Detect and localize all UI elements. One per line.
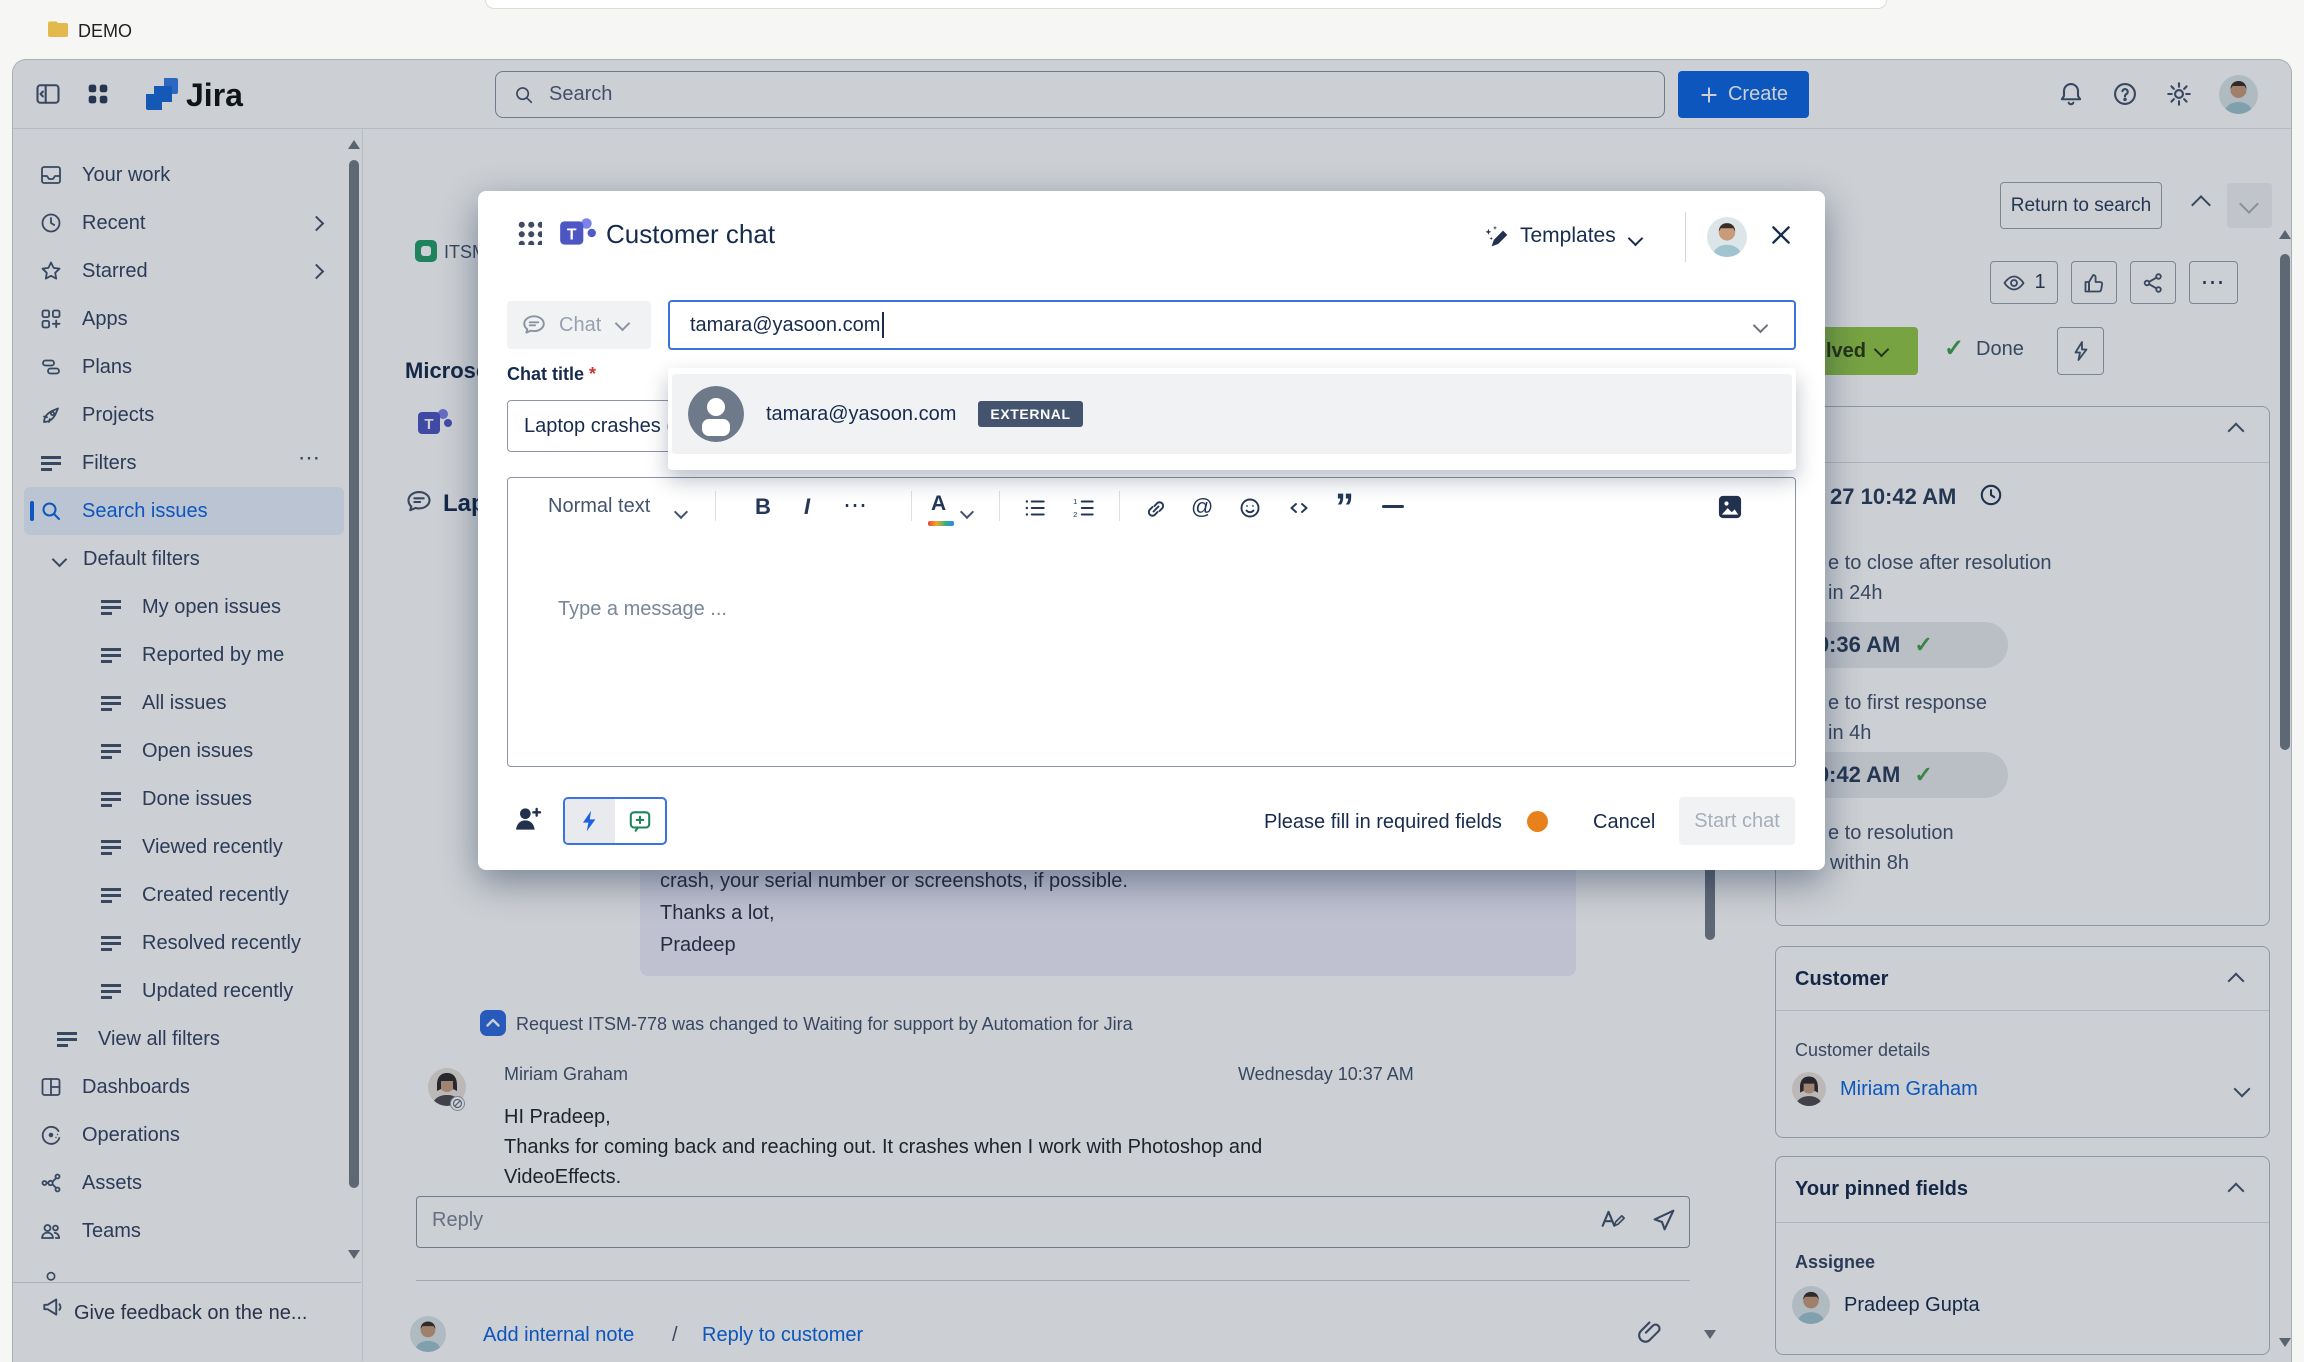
bullet-list-icon[interactable] — [1022, 495, 1048, 526]
modal-title: Customer chat — [606, 219, 775, 250]
chevron-down-icon[interactable] — [962, 504, 972, 522]
chevron-down-icon — [615, 315, 631, 331]
start-chat-button[interactable]: Start chat — [1679, 797, 1795, 845]
chevron-down-icon[interactable] — [1630, 231, 1641, 249]
external-badge: EXTERNAL — [978, 401, 1082, 427]
italic-icon[interactable]: I — [804, 494, 810, 520]
validation-message: Please fill in required fields — [1264, 811, 1502, 834]
svg-text:2: 2 — [1073, 510, 1077, 519]
numbered-list-icon[interactable]: 12 — [1071, 495, 1097, 526]
link-icon[interactable] — [1144, 497, 1168, 526]
color-bar — [928, 521, 954, 526]
ai-assist-toggle[interactable] — [565, 799, 615, 843]
text-color-icon[interactable]: A — [931, 492, 946, 516]
text-style-dropdown[interactable]: Normal text — [548, 495, 650, 518]
chevron-down-icon[interactable] — [676, 504, 686, 522]
screen: DEMO Jira Search Create Your work — [0, 0, 2304, 1362]
emoji-icon[interactable] — [1238, 496, 1262, 525]
text-cursor — [882, 312, 884, 338]
recipient-suggestions: tamara@yasoon.com EXTERNAL — [668, 368, 1796, 470]
warning-dot — [1527, 811, 1548, 832]
assist-toggle-group — [563, 797, 667, 845]
person-add-icon[interactable] — [512, 803, 544, 840]
image-icon[interactable] — [1716, 493, 1744, 526]
person-icon — [688, 386, 744, 442]
chat-add-toggle[interactable] — [615, 799, 665, 843]
recipient-input[interactable]: tamara@yasoon.com — [668, 300, 1796, 350]
close-icon[interactable] — [1768, 222, 1794, 253]
chevron-down-icon — [1753, 318, 1769, 334]
code-icon[interactable] — [1287, 496, 1311, 525]
quote-icon[interactable]: ” — [1335, 487, 1354, 530]
chat-type-selector[interactable]: Chat — [507, 301, 651, 349]
svg-text:T: T — [567, 226, 577, 243]
suggestion-email: tamara@yasoon.com — [766, 403, 956, 426]
lightning-icon — [577, 808, 603, 834]
teams-logo-icon: T — [556, 213, 598, 258]
mention-icon[interactable]: @ — [1191, 494, 1213, 520]
cancel-button[interactable]: Cancel — [1593, 811, 1655, 834]
bold-icon[interactable]: B — [755, 494, 771, 520]
customer-chat-modal: T Customer chat Templates Chat tamara@ya… — [478, 191, 1825, 870]
folder-icon — [46, 18, 70, 45]
bookmark-label[interactable]: DEMO — [78, 21, 132, 42]
more-formatting-icon[interactable]: ⋯ — [843, 491, 868, 520]
chat-bubble-icon — [521, 312, 547, 338]
sparkle-pen-icon — [1482, 223, 1512, 258]
chat-title-label: Chat title * — [507, 364, 596, 385]
browser-tab[interactable] — [485, 0, 1887, 9]
suggestion-item[interactable]: tamara@yasoon.com EXTERNAL — [672, 374, 1792, 454]
svg-text:1: 1 — [1073, 497, 1077, 506]
templates-button[interactable]: Templates — [1520, 224, 1616, 248]
current-user-avatar[interactable] — [1707, 217, 1747, 257]
chat-add-icon — [627, 808, 653, 834]
required-asterisk: * — [589, 364, 596, 384]
grid-dots-icon[interactable] — [516, 219, 542, 245]
divider-icon[interactable] — [1382, 505, 1404, 508]
editor-placeholder: Type a message ... — [558, 598, 727, 621]
